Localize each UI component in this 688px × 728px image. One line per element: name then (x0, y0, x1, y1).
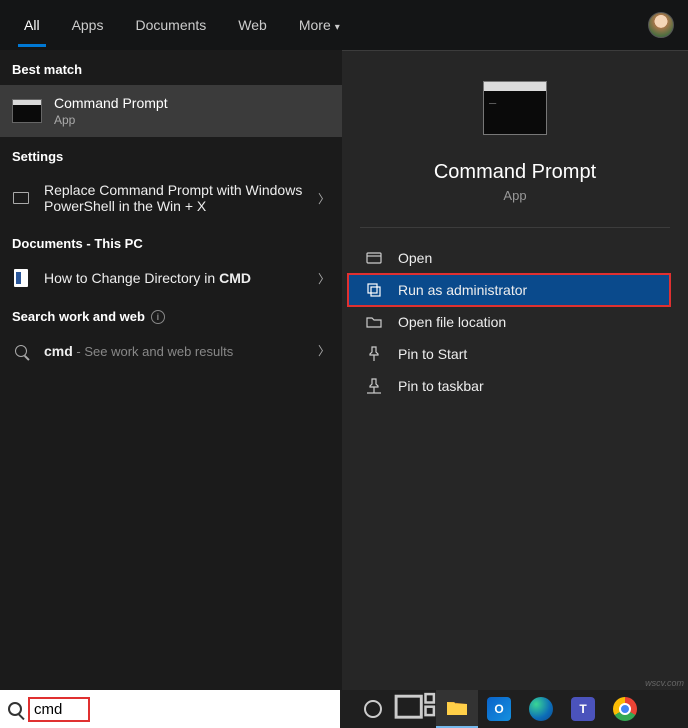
user-avatar[interactable] (648, 12, 674, 38)
taskbar-search[interactable] (0, 690, 340, 728)
teams-button[interactable]: T (562, 690, 604, 728)
outlook-button[interactable]: O (478, 690, 520, 728)
chevron-right-icon: 〉 (318, 342, 330, 359)
document-result[interactable]: How to Change Directory in CMD 〉 (0, 259, 342, 297)
document-result-label: How to Change Directory in CMD (44, 270, 304, 286)
action-label: Open file location (398, 314, 506, 330)
search-input[interactable] (34, 701, 84, 718)
action-open-location[interactable]: Open file location (342, 306, 688, 338)
task-view-button[interactable] (394, 690, 436, 728)
web-result[interactable]: cmd - See work and web results 〉 (0, 332, 342, 369)
filter-tabs: All Apps Documents Web More▾ (10, 3, 354, 47)
action-label: Open (398, 250, 432, 266)
watermark: wscv.com (645, 678, 684, 688)
chrome-button[interactable] (604, 690, 646, 728)
web-result-label: cmd - See work and web results (44, 343, 304, 359)
settings-result[interactable]: Replace Command Prompt with Windows Powe… (0, 172, 342, 224)
detail-subtitle: App (362, 188, 668, 203)
action-label: Pin to taskbar (398, 378, 484, 394)
tab-apps[interactable]: Apps (58, 3, 118, 47)
command-prompt-icon (483, 81, 547, 135)
info-icon[interactable]: i (151, 310, 165, 324)
circle-icon (364, 700, 382, 718)
edge-icon (529, 697, 553, 721)
action-pin-taskbar[interactable]: Pin to taskbar (342, 370, 688, 402)
tab-documents[interactable]: Documents (121, 3, 220, 47)
outlook-icon: O (487, 697, 511, 721)
best-match-result[interactable]: Command Prompt App (0, 85, 342, 137)
main-content: Best match Command Prompt App Settings R… (0, 50, 688, 690)
search-icon (8, 702, 22, 716)
command-prompt-icon (12, 99, 42, 123)
edge-button[interactable] (520, 690, 562, 728)
results-pane: Best match Command Prompt App Settings R… (0, 50, 342, 690)
file-explorer-button[interactable] (436, 690, 478, 728)
cortana-button[interactable] (352, 690, 394, 728)
action-open[interactable]: Open (342, 242, 688, 274)
action-label: Pin to Start (398, 346, 467, 362)
chevron-down-icon: ▾ (335, 22, 340, 33)
teams-icon: T (571, 697, 595, 721)
tab-more[interactable]: More▾ (285, 3, 354, 47)
action-run-as-admin[interactable]: Run as administrator (348, 274, 670, 306)
tab-web[interactable]: Web (224, 3, 281, 47)
action-pin-start[interactable]: Pin to Start (342, 338, 688, 370)
search-header: All Apps Documents Web More▾ (0, 0, 688, 50)
word-doc-icon (14, 269, 28, 287)
chevron-right-icon: 〉 (318, 190, 330, 207)
folder-icon (446, 699, 468, 717)
chevron-right-icon: 〉 (318, 270, 330, 287)
documents-label: Documents - This PC (0, 224, 342, 259)
settings-result-label: Replace Command Prompt with Windows Powe… (44, 182, 304, 214)
pin-icon (366, 346, 382, 362)
detail-pane: Command Prompt App Open Run as administr… (342, 50, 688, 690)
shield-icon (366, 282, 382, 298)
action-label: Run as administrator (398, 282, 527, 298)
taskview-icon (394, 692, 436, 726)
tab-all[interactable]: All (10, 3, 54, 47)
divider (360, 227, 670, 228)
pin-taskbar-icon (366, 378, 382, 394)
settings-label: Settings (0, 137, 342, 172)
taskbar: O T (0, 690, 688, 728)
folder-icon (366, 314, 382, 330)
monitor-icon (13, 192, 29, 204)
open-icon (366, 250, 382, 266)
search-web-label: Search work and web i (0, 297, 342, 332)
detail-title: Command Prompt (362, 161, 668, 184)
chrome-icon (613, 697, 637, 721)
search-icon (15, 345, 27, 357)
result-title: Command Prompt (54, 95, 168, 111)
best-match-label: Best match (0, 50, 342, 85)
result-subtitle: App (54, 113, 168, 127)
